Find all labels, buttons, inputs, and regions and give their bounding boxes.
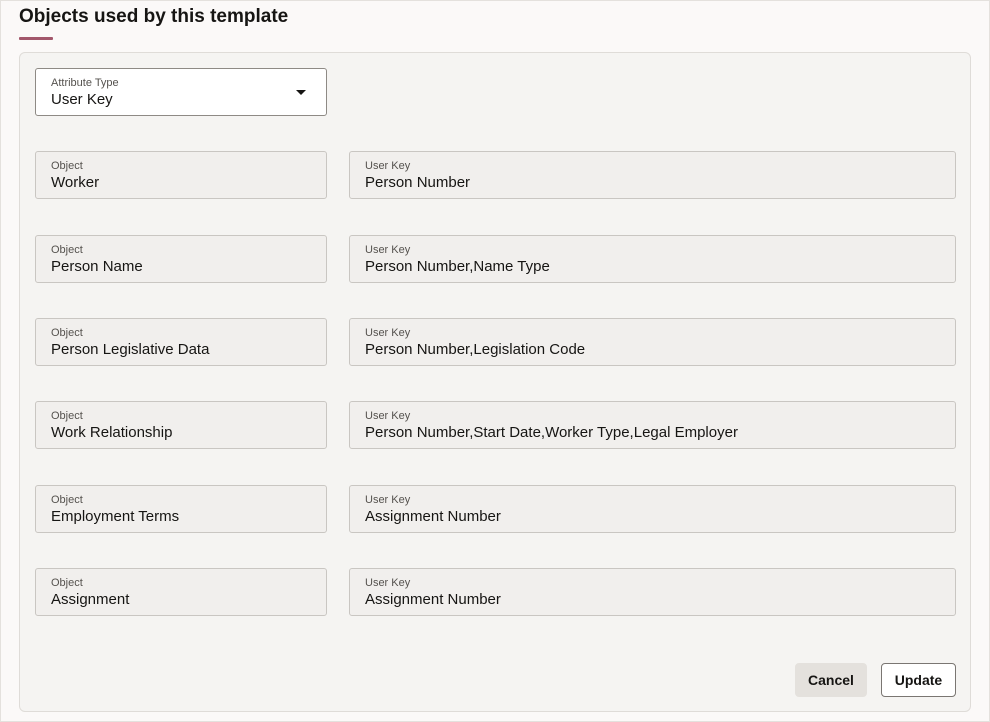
object-label: Object — [51, 494, 83, 506]
user-key-field: User Key Assignment Number — [349, 568, 956, 616]
user-key-value: Person Number,Start Date,Worker Type,Leg… — [365, 424, 738, 441]
attribute-type-label: Attribute Type — [51, 77, 119, 89]
object-field: Object Assignment — [35, 568, 327, 616]
user-key-label: User Key — [365, 494, 411, 506]
objects-panel: Attribute Type User Key Object Worker Us… — [19, 52, 971, 712]
user-key-value: Person Number — [365, 174, 471, 191]
object-field: Object Work Relationship — [35, 401, 327, 449]
cancel-button[interactable]: Cancel — [795, 663, 867, 697]
attribute-type-select[interactable]: Attribute Type User Key — [35, 68, 327, 116]
object-field: Object Worker — [35, 151, 327, 199]
object-field: Object Person Legislative Data — [35, 318, 327, 366]
page-title: Objects used by this template — [19, 6, 289, 27]
object-value: Work Relationship — [51, 424, 173, 441]
object-field: Object Employment Terms — [35, 485, 327, 533]
user-key-label: User Key — [365, 577, 411, 589]
user-key-label: User Key — [365, 327, 411, 339]
object-label: Object — [51, 160, 83, 172]
object-label: Object — [51, 244, 83, 256]
object-label: Object — [51, 577, 83, 589]
user-key-field: User Key Person Number,Legislation Code — [349, 318, 956, 366]
user-key-field: User Key Person Number,Start Date,Worker… — [349, 401, 956, 449]
object-value: Worker — [51, 174, 100, 191]
object-value: Assignment — [51, 591, 130, 608]
object-value: Employment Terms — [51, 508, 180, 525]
user-key-label: User Key — [365, 160, 411, 172]
update-button[interactable]: Update — [881, 663, 956, 697]
user-key-field: User Key Person Number — [349, 151, 956, 199]
user-key-value: Assignment Number — [365, 591, 501, 608]
object-value: Person Name — [51, 258, 143, 275]
title-underline — [19, 37, 53, 40]
object-label: Object — [51, 327, 83, 339]
user-key-value: Assignment Number — [365, 508, 501, 525]
user-key-field: User Key Person Number,Name Type — [349, 235, 956, 283]
user-key-value: Person Number,Legislation Code — [365, 341, 586, 358]
object-field: Object Person Name — [35, 235, 327, 283]
object-value: Person Legislative Data — [51, 341, 210, 358]
user-key-field: User Key Assignment Number — [349, 485, 956, 533]
chevron-down-icon[interactable] — [296, 90, 306, 95]
user-key-value: Person Number,Name Type — [365, 258, 550, 275]
object-label: Object — [51, 410, 83, 422]
user-key-label: User Key — [365, 244, 411, 256]
user-key-label: User Key — [365, 410, 411, 422]
attribute-type-value: User Key — [51, 91, 113, 108]
